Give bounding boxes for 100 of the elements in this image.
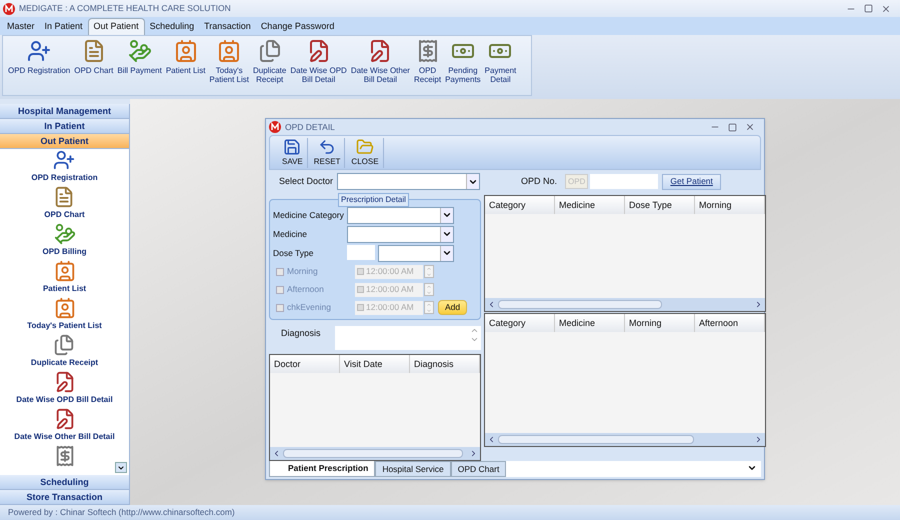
dialog-tab[interactable]: Patient Prescription: [269, 460, 376, 477]
menu-tab[interactable]: Out Patient: [88, 18, 145, 35]
menu-tab[interactable]: Scheduling: [144, 18, 200, 35]
sidebar-section[interactable]: Hospital Management: [0, 104, 129, 119]
ribbon-button[interactable]: Today's Patient List: [208, 39, 250, 84]
scroll-left-icon[interactable]: [487, 300, 496, 309]
toolbar-button[interactable]: CLOSE: [347, 138, 384, 168]
column-header: Category: [485, 196, 555, 214]
dialog-tab[interactable]: OPD Chart: [450, 460, 506, 477]
contact-list-icon: [174, 39, 198, 63]
horizontal-scrollbar[interactable]: [270, 446, 480, 460]
sidebar-section[interactable]: Out Patient: [0, 134, 129, 149]
scroll-left-icon[interactable]: [272, 448, 281, 458]
folder-icon: [356, 138, 374, 156]
column-header: Medicine: [555, 196, 625, 214]
documents-icon: [53, 334, 76, 356]
dose-type-dropdown[interactable]: [378, 244, 454, 262]
contact-list-icon: [54, 260, 76, 282]
ribbon-button[interactable]: Date Wise Other Bill Detail: [350, 39, 411, 84]
ribbon-button[interactable]: Bill Payment: [116, 39, 163, 75]
maximize-icon[interactable]: [728, 122, 737, 132]
menu-tab[interactable]: Change Password: [256, 18, 340, 35]
document-icon: [53, 186, 76, 208]
ribbon-button[interactable]: OPD Chart: [73, 39, 114, 75]
opd-number-input[interactable]: [590, 174, 658, 190]
down-icon: [426, 308, 432, 314]
hand-money-icon: [54, 223, 76, 245]
field-label: Medicine Category: [273, 208, 345, 222]
scroll-down-button[interactable]: [115, 462, 127, 473]
column-header: Diagnosis: [410, 354, 480, 373]
dialog-tab[interactable]: Hospital Service: [375, 460, 451, 477]
add-button[interactable]: Add: [438, 300, 467, 316]
diagnosis-input[interactable]: [335, 326, 481, 350]
doctor-dropdown[interactable]: [337, 173, 480, 190]
ribbon-button[interactable]: OPD Receipt: [412, 39, 442, 84]
group-title: Prescription Detail: [338, 192, 409, 207]
scroll-right-icon[interactable]: [754, 434, 763, 444]
window-title: MEDIGATE : A COMPLETE HEALTH CARE SOLUTION: [19, 2, 231, 15]
sidebar-item[interactable]: OPD Registration: [31, 172, 98, 184]
sidebar-item[interactable]: Date Wise OPD Bill Detail: [16, 394, 113, 406]
close-icon[interactable]: [745, 122, 755, 132]
field-label: Diagnosis: [280, 326, 322, 340]
field-label: Medicine: [273, 228, 308, 241]
spinner[interactable]: [424, 283, 434, 296]
user-plus-icon: [53, 149, 76, 171]
caret-icon: [117, 464, 125, 472]
up-icon: [426, 302, 432, 308]
category-dropdown[interactable]: [347, 206, 454, 224]
sidebar-section[interactable]: Scheduling: [0, 475, 129, 490]
toolbar-button[interactable]: SAVE: [278, 138, 308, 168]
ribbon-button[interactable]: OPD Registration: [7, 39, 72, 75]
horizontal-scrollbar[interactable]: [485, 298, 765, 311]
toolbar-button[interactable]: RESET: [310, 138, 346, 168]
menu-tab[interactable]: Master: [2, 18, 40, 35]
sidebar-section[interactable]: Store Transaction: [0, 490, 129, 505]
column-header: Morning: [625, 314, 695, 332]
spinner[interactable]: [424, 265, 434, 278]
down-icon: [426, 290, 432, 296]
ribbon-button[interactable]: Duplicate Receipt: [252, 39, 288, 84]
sidebar-item[interactable]: Duplicate Receipt: [30, 357, 98, 369]
hand-money-icon: [128, 39, 152, 63]
scroll-right-icon[interactable]: [469, 448, 478, 458]
sidebar-item[interactable]: OPD Billing: [42, 246, 86, 258]
sidebar-item[interactable]: Today's Patient List: [27, 320, 102, 332]
status-text: Powered by : Chinar Softech (http://www.chinarsoftech.com): [8, 506, 235, 519]
checkbox-label: Afternoon: [287, 283, 324, 296]
spinner[interactable]: [424, 301, 434, 314]
column-header: Dose Type: [625, 196, 695, 214]
medicine-dropdown[interactable]: [347, 226, 454, 243]
maximize-icon[interactable]: [864, 4, 873, 13]
scroll-left-icon[interactable]: [487, 434, 496, 444]
column-header: Afternoon: [695, 314, 765, 332]
user-plus-icon: [27, 39, 52, 63]
sidebar-item[interactable]: Patient List: [42, 283, 86, 295]
checkbox-label: Morning: [287, 265, 318, 278]
menu-tab[interactable]: In Patient: [40, 18, 88, 35]
ribbon-button[interactable]: Payment Detail: [484, 39, 518, 84]
sidebar-item[interactable]: OPD Chart: [44, 209, 85, 221]
column-header: Medicine: [555, 314, 625, 332]
get-patient-button[interactable]: Get Patient: [662, 174, 721, 190]
contact-list-icon: [54, 297, 76, 319]
field-label: Select Doctor: [279, 175, 334, 188]
scroll-right-icon[interactable]: [754, 300, 763, 309]
ribbon-button[interactable]: Patient List: [164, 39, 206, 75]
up-icon: [426, 284, 432, 290]
sidebar-item[interactable]: Date Wise Other Bill Detail: [14, 431, 115, 443]
up-icon: [426, 266, 432, 272]
ribbon-button[interactable]: Date Wise OPD Bill Detail: [289, 39, 348, 84]
field-label: OPD No.: [521, 175, 558, 188]
documents-icon: [258, 39, 282, 63]
logo-icon: [269, 121, 281, 134]
dialog-title: OPD DETAIL: [285, 120, 335, 134]
close-icon[interactable]: [881, 4, 891, 14]
dose-input[interactable]: [347, 244, 375, 260]
sidebar-section[interactable]: In Patient: [0, 119, 129, 134]
field-label: Dose Type: [273, 246, 314, 260]
menu-tab[interactable]: Transaction: [199, 18, 256, 35]
save-icon: [283, 138, 302, 156]
horizontal-scrollbar[interactable]: [485, 432, 765, 446]
ribbon-button[interactable]: Pending Payments: [444, 39, 482, 84]
